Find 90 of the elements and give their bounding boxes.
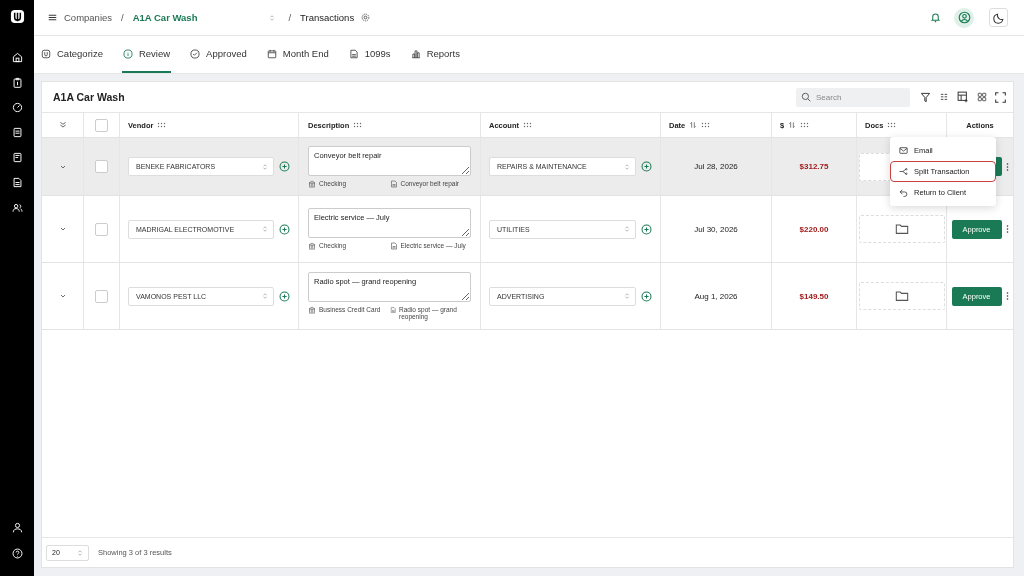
bank-icon (308, 306, 316, 314)
chevron-down-icon[interactable] (58, 225, 67, 233)
document-icon[interactable] (11, 127, 23, 138)
sort-icon[interactable] (689, 121, 698, 129)
more-vertical-icon[interactable] (1005, 291, 1009, 301)
chevron-updown-icon (624, 292, 630, 300)
home-icon[interactable] (11, 52, 23, 63)
folder-icon (894, 222, 909, 236)
gauge-icon[interactable] (11, 102, 23, 113)
document-icon (389, 242, 398, 250)
add-circle-icon[interactable] (641, 290, 652, 302)
more-vertical-icon[interactable] (1005, 161, 1009, 172)
book-icon[interactable] (11, 152, 23, 163)
more-vertical-icon[interactable] (1005, 224, 1009, 234)
breadcrumb-separator: / (288, 12, 292, 23)
chevron-updown-icon (262, 292, 268, 300)
card-title: A1A Car Wash (53, 91, 125, 103)
chevron-updown-icon (269, 13, 276, 22)
calendar-icon (266, 48, 277, 59)
document-icon (389, 179, 398, 188)
split-icon (899, 167, 908, 176)
user-icon (957, 11, 971, 24)
filter-icon[interactable] (920, 91, 931, 103)
columns-icon[interactable] (939, 92, 949, 102)
bar-chart-icon (410, 48, 421, 59)
avatar-button[interactable] (954, 7, 974, 28)
breadcrumb-separator: / (121, 12, 124, 23)
help-icon[interactable] (11, 548, 23, 559)
add-circle-icon[interactable] (641, 223, 652, 235)
tab[interactable]: 1099s (347, 36, 392, 73)
chevron-down-icon[interactable] (58, 292, 67, 300)
amount-cell: $149.50 (799, 291, 829, 301)
check-circle-icon (190, 48, 201, 59)
row-checkbox[interactable] (95, 160, 108, 173)
tab[interactable]: Categorize (40, 36, 104, 73)
drag-handle-icon[interactable] (887, 122, 897, 128)
bank-icon (308, 179, 316, 188)
search-field[interactable]: Search (796, 87, 910, 107)
grid-icon[interactable] (977, 92, 987, 102)
add-circle-icon[interactable] (279, 223, 290, 235)
chevron-updown-icon (77, 548, 83, 557)
mail-icon (899, 146, 908, 155)
row-checkbox[interactable] (95, 222, 108, 236)
select-all-checkbox[interactable] (95, 118, 108, 132)
file-icon (348, 48, 359, 59)
moon-icon (992, 11, 1005, 24)
drag-handle-icon[interactable] (157, 122, 167, 128)
settings-icon[interactable] (361, 13, 371, 22)
drag-handle-icon[interactable] (353, 122, 363, 128)
add-circle-icon[interactable] (279, 290, 290, 302)
add-circle-icon[interactable] (279, 161, 290, 172)
search-icon (801, 92, 811, 102)
sort-icon[interactable] (788, 121, 797, 129)
folder-icon (894, 289, 909, 303)
drag-handle-icon[interactable] (701, 122, 711, 128)
tab[interactable]: Reports (409, 36, 461, 73)
chevron-updown-icon (262, 162, 268, 171)
expand-all-icon[interactable] (58, 121, 67, 129)
bell-icon[interactable] (930, 12, 941, 23)
amount-cell: $220.00 (799, 224, 829, 234)
breadcrumb-link[interactable]: Companies (64, 12, 113, 23)
file-icon[interactable] (11, 177, 23, 188)
chevron-updown-icon (624, 225, 630, 233)
amount-cell: $312.75 (799, 162, 829, 171)
clipboard-icon[interactable] (11, 77, 23, 88)
drag-handle-icon[interactable] (800, 122, 810, 128)
table-add-icon[interactable] (957, 91, 969, 103)
company-selector[interactable]: A1A Car Wash (132, 12, 276, 23)
chevron-updown-icon (262, 225, 268, 233)
document-icon (389, 306, 396, 314)
user-icon[interactable] (11, 522, 23, 533)
date-cell: Jul 30, 2026 (694, 224, 738, 234)
menu-icon[interactable] (48, 13, 57, 22)
logo-icon (41, 48, 51, 59)
tab[interactable]: Approved (189, 36, 248, 73)
info-icon (122, 48, 133, 59)
drag-handle-icon[interactable] (523, 122, 532, 128)
people-icon[interactable] (11, 202, 23, 213)
row-checkbox[interactable] (95, 289, 108, 303)
page-title: Transactions (300, 12, 355, 23)
date-cell: Jul 28, 2026 (694, 162, 738, 171)
return-icon (899, 188, 908, 197)
bank-icon (308, 242, 316, 250)
logo-icon (9, 9, 25, 24)
add-circle-icon[interactable] (641, 161, 652, 172)
theme-toggle-button[interactable] (989, 8, 1008, 27)
tab[interactable]: Month End (265, 36, 330, 73)
fullscreen-icon[interactable] (995, 91, 1006, 103)
chevron-updown-icon (624, 162, 630, 171)
date-cell: Aug 1, 2026 (694, 291, 738, 301)
